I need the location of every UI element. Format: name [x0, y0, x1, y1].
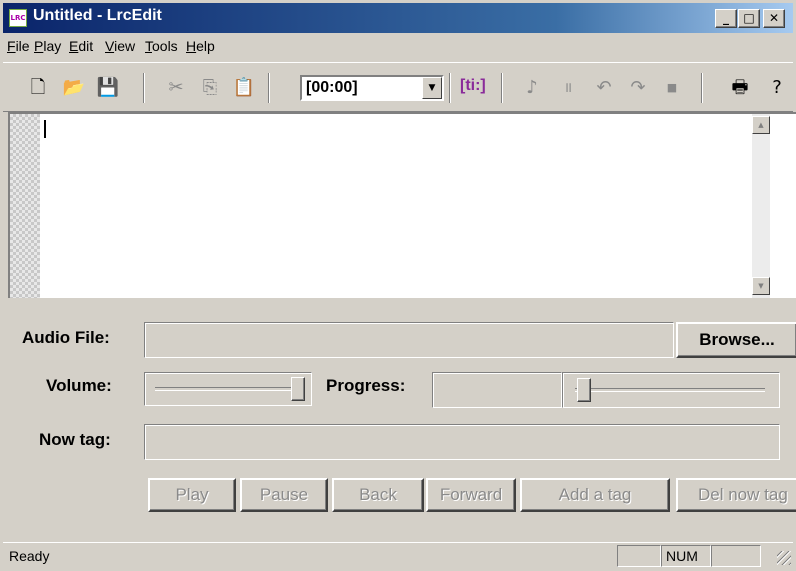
lyrics-editor[interactable]: ▲ ▼	[8, 112, 796, 298]
print-icon[interactable]: 🖶	[727, 75, 753, 101]
stop-icon[interactable]: ■	[659, 75, 685, 101]
cut-icon[interactable]: ✂	[163, 75, 189, 101]
menu-help-label: elp	[196, 38, 215, 54]
resize-grip-icon[interactable]	[777, 551, 791, 565]
now-tag-field[interactable]	[144, 424, 780, 460]
volume-label: Volume:	[46, 376, 112, 395]
editor-scrollbar[interactable]: ▲ ▼	[752, 114, 770, 298]
back-button[interactable]: Back	[332, 478, 424, 512]
menu-file-mnemonic: F	[7, 38, 16, 54]
open-folder-icon[interactable]: 📂	[61, 75, 87, 101]
audio-file-field[interactable]	[144, 322, 674, 358]
ti-tag-button[interactable]: [ti:]	[460, 77, 486, 95]
minimize-button[interactable]: _	[715, 9, 737, 28]
time-combo-value: [00:00]	[306, 79, 358, 96]
menu-file-label: ile	[15, 38, 30, 54]
window-title: Untitled - LrcEdit	[33, 7, 162, 24]
toolbar: 🗋 📂 💾 ✂ ⎘ 📋 [00:00] ▼ [ti:] ♪ ॥ ↶ ↷ ■ 🖶 …	[3, 62, 793, 112]
volume-slider-track	[155, 387, 301, 391]
menu-edit-mnemonic: E	[69, 38, 79, 54]
pause-button[interactable]: Pause	[240, 478, 328, 512]
toolbar-separator	[449, 73, 451, 103]
volume-slider-thumb[interactable]	[291, 377, 305, 401]
menu-play-mnemonic: P	[34, 38, 44, 54]
browse-button[interactable]: Browse...	[676, 322, 796, 358]
app-icon[interactable]: LRC	[9, 9, 27, 27]
menu-play-label: lay	[43, 38, 62, 54]
pause-icon[interactable]: ॥	[555, 75, 581, 101]
save-icon[interactable]: 💾	[95, 75, 121, 101]
toolbar-separator	[143, 73, 145, 103]
close-button[interactable]: ✕	[763, 9, 785, 28]
status-text: Ready	[9, 548, 50, 564]
forward-button[interactable]: Forward	[426, 478, 516, 512]
back-icon[interactable]: ↶	[591, 75, 617, 101]
progress-slider-track	[575, 388, 765, 392]
progress-label: Progress:	[326, 376, 406, 395]
status-pane-num: NUM	[661, 545, 711, 567]
now-tag-label: Now tag:	[39, 430, 111, 449]
add-tag-button[interactable]: Add a tag	[520, 478, 670, 512]
menu-tools[interactable]: Tools	[145, 38, 178, 54]
help-icon[interactable]: ?	[767, 75, 787, 101]
scroll-up-icon[interactable]: ▲	[752, 116, 770, 134]
volume-slider[interactable]	[144, 372, 312, 406]
del-now-tag-button[interactable]: Del now tag	[676, 478, 796, 512]
play-button[interactable]: Play	[148, 478, 236, 512]
editor-gutter	[10, 114, 40, 298]
menu-view[interactable]: View	[105, 38, 135, 54]
play-icon[interactable]: ♪	[519, 75, 545, 101]
toolbar-separator	[268, 73, 270, 103]
progress-time-field	[432, 372, 562, 408]
time-combo[interactable]: [00:00] ▼	[300, 75, 444, 101]
control-panel: Audio File: Browse... Volume: Progress: …	[8, 300, 796, 540]
paste-icon[interactable]: 📋	[231, 75, 257, 101]
lrcedit-window: LRC Untitled - LrcEdit _ □ ✕ File Play E…	[0, 0, 796, 571]
menu-tools-mnemonic: T	[145, 38, 152, 54]
copy-icon[interactable]: ⎘	[197, 75, 223, 101]
toolbar-separator	[501, 73, 503, 103]
menu-edit[interactable]: Edit	[69, 38, 93, 54]
new-file-icon[interactable]: 🗋	[25, 75, 51, 101]
text-caret	[44, 120, 46, 138]
menu-edit-label: dit	[78, 38, 94, 54]
menu-tools-label: ools	[152, 38, 178, 54]
audio-file-label: Audio File:	[22, 328, 110, 347]
scroll-down-icon[interactable]: ▼	[752, 277, 770, 295]
forward-icon[interactable]: ↷	[625, 75, 651, 101]
progress-slider[interactable]	[562, 372, 780, 408]
menu-file[interactable]: File	[7, 38, 30, 54]
title-bar[interactable]: LRC Untitled - LrcEdit _ □ ✕	[3, 3, 793, 33]
status-pane-caps	[617, 545, 661, 567]
status-bar: Ready NUM	[3, 542, 793, 568]
menu-view-mnemonic: V	[105, 38, 115, 54]
menu-help-mnemonic: H	[186, 38, 197, 54]
chevron-down-icon[interactable]: ▼	[422, 77, 442, 99]
status-pane-scrl	[711, 545, 761, 567]
menu-view-label: iew	[114, 38, 136, 54]
progress-slider-thumb[interactable]	[577, 378, 591, 402]
menu-help[interactable]: Help	[186, 38, 215, 54]
menu-bar: File Play Edit View Tools Help	[3, 34, 793, 60]
maximize-button[interactable]: □	[738, 9, 760, 28]
menu-play[interactable]: Play	[34, 38, 61, 54]
toolbar-separator	[701, 73, 703, 103]
